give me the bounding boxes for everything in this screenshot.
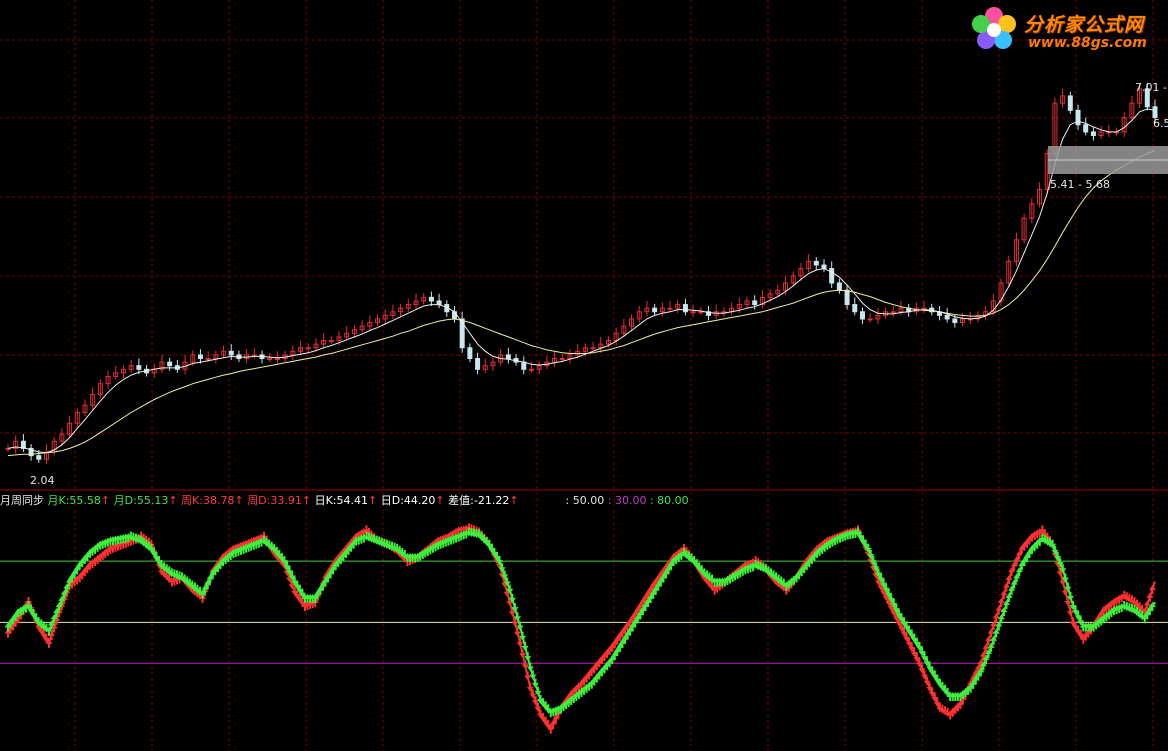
candle-body <box>559 358 565 361</box>
series-marker-K <box>521 660 529 670</box>
series-marker-K <box>1005 574 1013 584</box>
candle-body <box>829 268 835 284</box>
candle-body <box>428 296 434 302</box>
candle-body <box>167 361 173 367</box>
candle-body <box>197 354 203 360</box>
candlesticks <box>5 83 1158 465</box>
candle-body <box>274 358 280 361</box>
series-marker-K <box>1146 592 1154 602</box>
candle-body <box>867 318 873 321</box>
candle-body <box>921 307 927 310</box>
legend-zk-label: 周K: <box>181 494 203 507</box>
high-price-label-a: 7.01 - <box>1135 81 1167 94</box>
legend-yd-label: 月D: <box>113 494 137 507</box>
candle-body <box>505 354 511 360</box>
up-arrow-icon: ↑ <box>509 494 519 507</box>
candle-body <box>251 354 257 357</box>
candle-body <box>667 307 673 310</box>
candle-body <box>698 311 704 314</box>
candle-body <box>136 365 142 370</box>
legend-rk-value: 54.41 <box>336 494 369 507</box>
candle-body <box>228 350 234 356</box>
indicator-title: 月周同步 <box>0 494 44 507</box>
series-marker-K <box>997 597 1005 607</box>
series-marker-D <box>531 678 539 688</box>
candle-body <box>752 300 758 306</box>
candle-body <box>1083 124 1089 133</box>
legend-rd-label: 日D: <box>380 494 404 507</box>
candle-body <box>836 282 842 291</box>
series-marker-K <box>995 605 1003 615</box>
candle-body <box>682 304 688 313</box>
legend-zd-value: 33.91 <box>270 494 302 507</box>
candle-body <box>821 264 827 270</box>
candle-body <box>652 307 658 313</box>
candle-body <box>852 304 858 313</box>
brand-title: 分析家公式网 <box>1024 14 1145 36</box>
up-arrow-icon: ↑ <box>168 494 178 507</box>
legend-rk-label: 日K: <box>314 494 337 507</box>
candle-body <box>1090 131 1096 137</box>
legend-yk-value: 55.58 <box>69 494 101 507</box>
candle-body <box>859 311 865 320</box>
ma-fast-line <box>7 108 1156 454</box>
series-marker-K <box>524 671 532 681</box>
stock-chart <box>0 0 1168 751</box>
candle-body <box>890 311 896 314</box>
candle-body <box>952 318 958 324</box>
candle-body <box>521 361 527 370</box>
series-line-K <box>7 527 1156 731</box>
candle-body <box>436 300 442 306</box>
series-marker-K <box>1148 585 1156 595</box>
legend-yd-value: 55.13 <box>136 494 169 507</box>
candle-body <box>528 368 534 371</box>
low-price-label: 2.04 <box>30 474 55 487</box>
legend-diff-value: -21.22 <box>473 494 510 507</box>
candle-body <box>844 289 850 306</box>
brand-url: www.88gs.com <box>1028 35 1147 51</box>
legend-zk-value: 38.78 <box>202 494 235 507</box>
up-arrow-icon: ↑ <box>234 494 244 507</box>
legend-zd-label: 周D: <box>247 494 271 507</box>
candle-body <box>36 455 42 460</box>
candle-body <box>590 347 596 350</box>
up-arrow-icon: ↑ <box>368 494 378 507</box>
legend-rd-value: 44.20 <box>403 494 436 507</box>
legend-yk-label: 月K: <box>47 494 70 507</box>
series-marker-D <box>529 670 537 680</box>
oscillator-lines <box>4 523 1156 734</box>
legend-diff-label: 差值: <box>448 494 474 507</box>
candle-body <box>267 358 273 361</box>
series-marker-K <box>1000 590 1008 600</box>
ma-slow-line <box>7 150 1156 457</box>
up-arrow-icon: ↑ <box>435 494 445 507</box>
flower-icon <box>972 7 1016 49</box>
legend-level-80: : 80.00 <box>649 494 689 507</box>
candle-body <box>475 358 481 370</box>
candle-body <box>1075 109 1081 126</box>
up-arrow-icon: ↑ <box>100 494 111 507</box>
candle-body <box>813 260 819 266</box>
price-range-box <box>1048 146 1168 174</box>
candle-body <box>328 340 334 343</box>
candle-body <box>1152 106 1158 119</box>
candle-body <box>205 358 211 361</box>
high-price-label-b: 6.5 <box>1153 117 1168 130</box>
legend-level-50: : 50.00 <box>565 494 605 507</box>
range-price-label: 5.41 - 5.68 <box>1050 178 1110 191</box>
candle-body <box>467 347 473 360</box>
candle-body <box>305 347 311 350</box>
brand-logo: 分析家公式网 www.88gs.com <box>966 4 1162 56</box>
legend-level-30: : 30.00 <box>607 494 647 507</box>
candle-body <box>690 311 696 314</box>
up-arrow-icon: ↑ <box>301 494 312 507</box>
candle-body <box>944 314 950 320</box>
candle-body <box>1067 95 1073 111</box>
indicator-legend: 月周同步 月K:55.58↑ 月D:55.13↑ 周K:38.78↑ 周D:33… <box>0 492 689 508</box>
candle-body <box>451 311 457 320</box>
